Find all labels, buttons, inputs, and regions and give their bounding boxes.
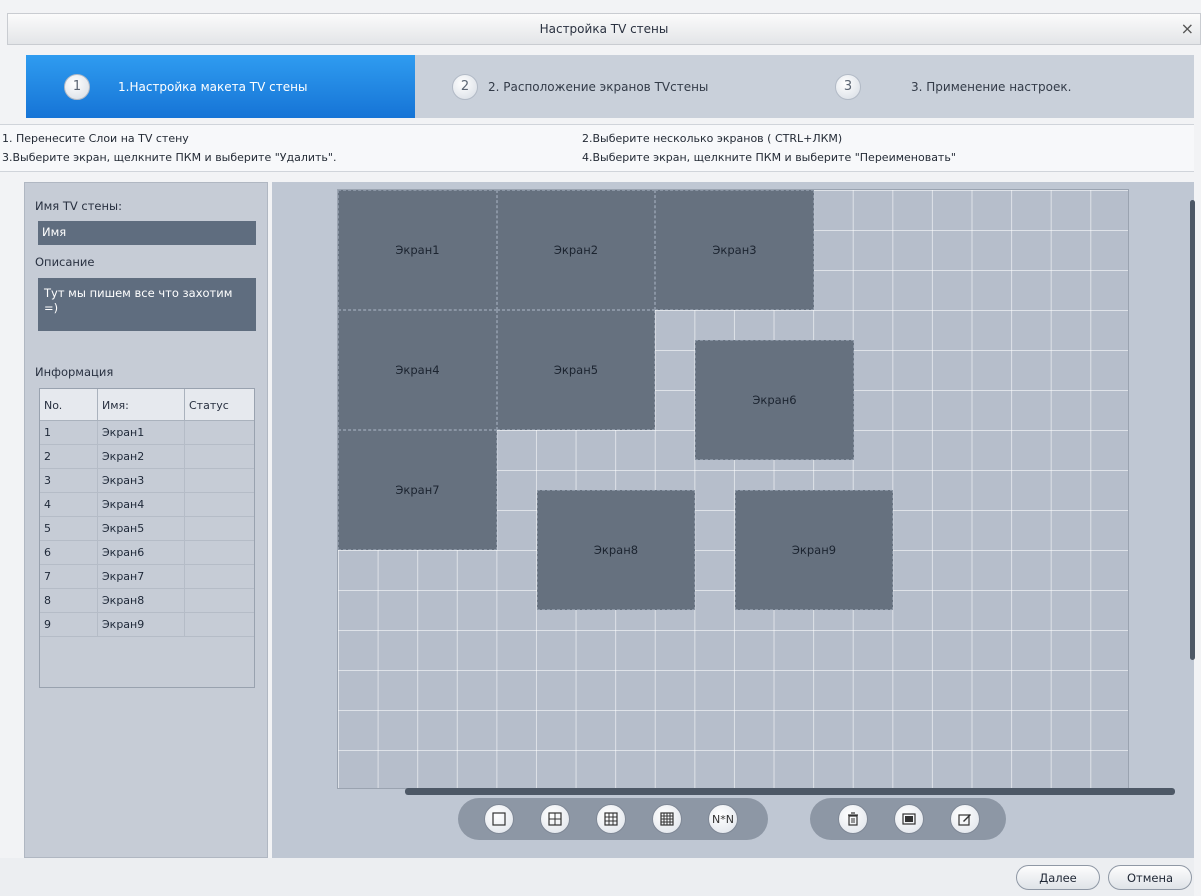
row-no: 4 <box>40 493 98 516</box>
title-bar: Настройка TV стены × <box>7 13 1201 45</box>
tv-wall-canvas-area: Экран1 Экран2 Экран3 Экран4 Экран5 Экран… <box>272 182 1195 858</box>
table-header: No. Имя: Статус <box>40 389 254 421</box>
table-row[interactable]: 2 Экран2 <box>40 445 254 469</box>
footer: Далее Отмена <box>0 858 1194 896</box>
row-status <box>185 469 254 492</box>
screen-tile[interactable]: Экран5 <box>497 310 655 430</box>
trash-icon <box>848 812 858 826</box>
screen-tile[interactable]: Экран1 <box>338 190 497 310</box>
row-name: Экран1 <box>98 421 185 444</box>
layout-1x1-icon <box>492 812 506 826</box>
column-no[interactable]: No. <box>40 389 98 420</box>
wizard-steps: 1 1.Настройка макета TV стены 2 2. Распо… <box>26 55 1194 118</box>
left-panel: Имя TV стены: Имя Описание Тут мы пишем … <box>24 182 268 858</box>
merge-button[interactable] <box>894 804 924 834</box>
layout-3x3-icon <box>604 812 618 826</box>
close-icon[interactable]: × <box>1181 14 1194 44</box>
row-status <box>185 493 254 516</box>
rename-button[interactable] <box>950 804 980 834</box>
step-1-label: 1.Настройка макета TV стены <box>118 79 308 94</box>
description-label: Описание <box>35 255 95 269</box>
table-row[interactable]: 3 Экран3 <box>40 469 254 493</box>
step-1-number: 1 <box>64 73 90 100</box>
delete-button[interactable] <box>838 804 868 834</box>
table-row[interactable]: 5 Экран5 <box>40 517 254 541</box>
row-name: Экран4 <box>98 493 185 516</box>
step-2[interactable]: 2 2. Расположение экранов TVстены <box>452 55 708 118</box>
screen-tile[interactable]: Экран6 <box>695 340 854 460</box>
table-row[interactable]: 7 Экран7 <box>40 565 254 589</box>
row-name: Экран8 <box>98 589 185 612</box>
table-row[interactable]: 1 Экран1 <box>40 421 254 445</box>
screen-icon <box>902 813 916 825</box>
layout-nxn-button[interactable]: N*N <box>708 804 738 834</box>
tv-wall-grid[interactable]: Экран1 Экран2 Экран3 Экран4 Экран5 Экран… <box>337 189 1195 795</box>
row-name: Экран5 <box>98 517 185 540</box>
layout-2x2-icon <box>548 812 562 826</box>
row-status <box>185 541 254 564</box>
row-name: Экран3 <box>98 469 185 492</box>
instruction-1: 1. Перенесите Слои на TV стену <box>2 132 189 145</box>
instruction-3: 3.Выберите экран, щелкните ПКМ и выберит… <box>2 151 337 164</box>
step-1[interactable]: 1 1.Настройка макета TV стены <box>26 55 415 118</box>
row-status <box>185 421 254 444</box>
name-field[interactable]: Имя <box>38 221 256 245</box>
column-name[interactable]: Имя: <box>98 389 185 420</box>
instructions: 1. Перенесите Слои на TV стену 2.Выберит… <box>0 124 1194 172</box>
window-title: Настройка TV стены <box>539 22 669 36</box>
row-no: 5 <box>40 517 98 540</box>
row-no: 7 <box>40 565 98 588</box>
row-name: Экран9 <box>98 613 185 636</box>
row-no: 9 <box>40 613 98 636</box>
info-label: Информация <box>35 365 114 379</box>
instruction-2: 2.Выберите несколько экранов ( CTRL+ЛКМ) <box>582 132 843 145</box>
horizontal-scrollbar[interactable] <box>405 788 1175 795</box>
table-row[interactable]: 4 Экран4 <box>40 493 254 517</box>
screen-tile[interactable]: Экран7 <box>338 430 497 550</box>
row-no: 3 <box>40 469 98 492</box>
row-no: 1 <box>40 421 98 444</box>
edit-toolbar <box>810 798 1006 840</box>
screen-tile[interactable]: Экран3 <box>655 190 814 310</box>
instruction-4: 4.Выберите экран, щелкните ПКМ и выберит… <box>582 151 956 164</box>
step-3-label: 3. Применение настроек. <box>911 79 1072 94</box>
layout-toolbar: N*N <box>458 798 768 840</box>
layout-4x4-button[interactable] <box>652 804 682 834</box>
row-status <box>185 613 254 636</box>
next-button[interactable]: Далее <box>1016 865 1100 890</box>
screen-tile[interactable]: Экран8 <box>537 490 695 610</box>
table-row[interactable]: 6 Экран6 <box>40 541 254 565</box>
step-3-number: 3 <box>835 73 861 100</box>
row-no: 8 <box>40 589 98 612</box>
row-no: 2 <box>40 445 98 468</box>
description-field[interactable]: Тут мы пишем все что захотим =) <box>38 278 256 331</box>
step-3[interactable]: 3 3. Применение настроек. <box>835 55 1071 118</box>
screen-tile[interactable]: Экран9 <box>735 490 893 610</box>
row-no: 6 <box>40 541 98 564</box>
step-2-number: 2 <box>452 73 478 100</box>
row-name: Экран7 <box>98 565 185 588</box>
table-row[interactable]: 8 Экран8 <box>40 589 254 613</box>
layout-2x2-button[interactable] <box>540 804 570 834</box>
row-status <box>185 517 254 540</box>
row-status <box>185 565 254 588</box>
layout-1x1-button[interactable] <box>484 804 514 834</box>
row-status <box>185 445 254 468</box>
nxn-label: N*N <box>712 812 734 826</box>
row-name: Экран6 <box>98 541 185 564</box>
table-row[interactable]: 9 Экран9 <box>40 613 254 637</box>
row-status <box>185 589 254 612</box>
row-name: Экран2 <box>98 445 185 468</box>
column-status[interactable]: Статус <box>185 389 254 420</box>
vertical-scrollbar[interactable] <box>1190 200 1195 660</box>
cancel-button[interactable]: Отмена <box>1108 865 1192 890</box>
layout-4x4-icon <box>660 812 674 826</box>
screen-tile[interactable]: Экран2 <box>497 190 655 310</box>
edit-icon <box>958 814 971 826</box>
layout-3x3-button[interactable] <box>596 804 626 834</box>
info-table: No. Имя: Статус 1 Экран1 2 Экран2 3 Экран3 … <box>39 388 255 688</box>
step-2-label: 2. Расположение экранов TVстены <box>488 79 709 94</box>
name-label: Имя TV стены: <box>35 199 122 213</box>
screen-tile[interactable]: Экран4 <box>338 310 497 430</box>
